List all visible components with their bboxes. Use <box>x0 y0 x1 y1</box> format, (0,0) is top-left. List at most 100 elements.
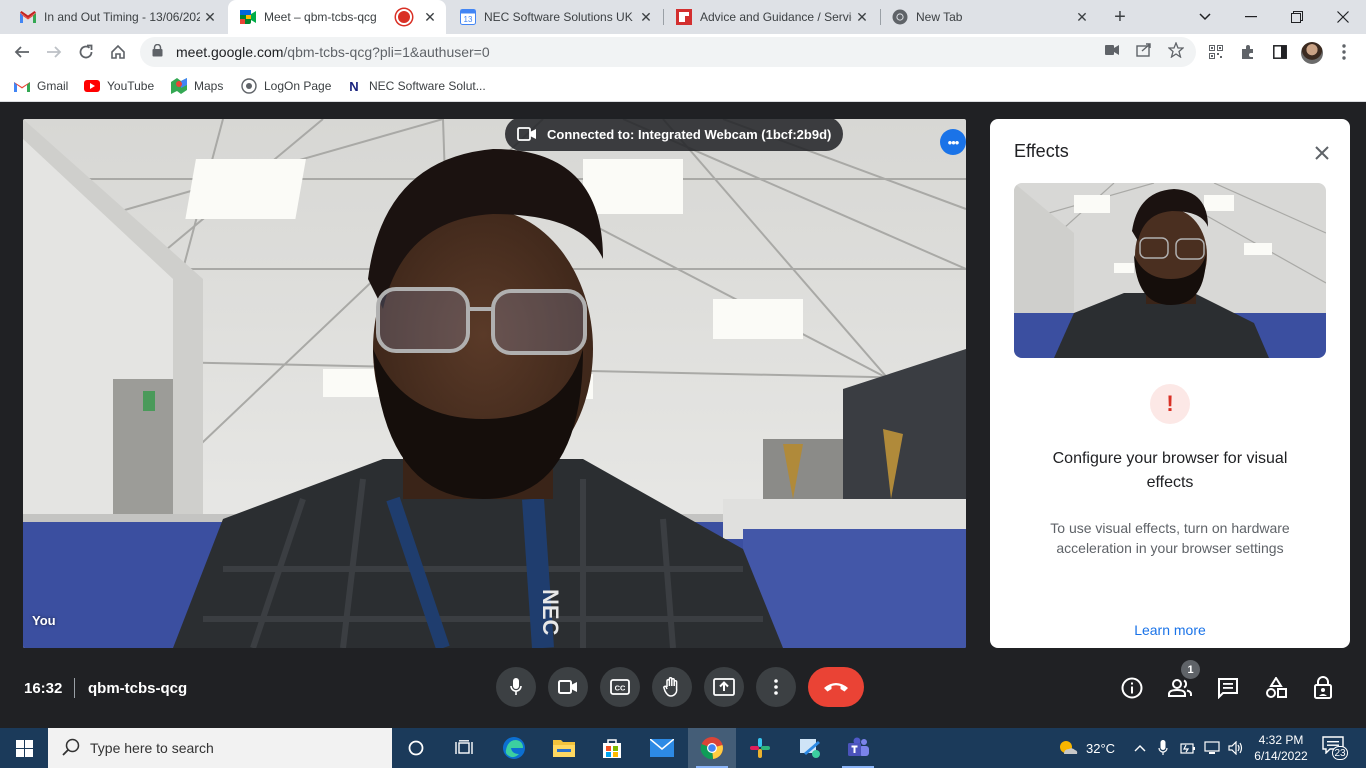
camera-icon <box>517 127 537 141</box>
camera-feed-image: NEC <box>23 119 966 648</box>
taskbar-store[interactable] <box>588 728 636 768</box>
url-text: meet.google.com/qbm-tcbs-qcg?pli=1&authu… <box>176 44 490 60</box>
host-controls-button[interactable] <box>1311 675 1337 701</box>
qr-code-icon[interactable] <box>1206 42 1226 62</box>
tab-gmail[interactable]: In and Out Timing - 13/06/2022 ✕ <box>8 0 226 34</box>
weather-widget[interactable]: 32°C <box>1058 728 1115 768</box>
activities-icon <box>1266 677 1287 698</box>
bookmark-label: Gmail <box>37 79 69 93</box>
self-video-tile[interactable]: NEC <box>23 119 966 648</box>
close-icon[interactable]: ✕ <box>852 7 872 27</box>
bookmark-nec[interactable]: N NEC Software Solut... <box>346 77 486 95</box>
divider <box>74 678 75 698</box>
captions-button[interactable]: CC <box>600 667 640 707</box>
minimize-button[interactable] <box>1228 0 1274 34</box>
close-icon[interactable]: ✕ <box>420 7 440 27</box>
learn-more-link[interactable]: Learn more <box>1030 622 1310 638</box>
tile-more-options-button[interactable]: ••• <box>940 129 966 155</box>
back-arrow-icon <box>14 46 29 58</box>
tab-nec[interactable]: 13 NEC Software Solutions UK Ltd ✕ <box>448 0 662 34</box>
taskbar-edge[interactable] <box>490 728 538 768</box>
action-center-button[interactable]: 23 <box>1322 736 1348 760</box>
close-icon[interactable]: ✕ <box>636 7 656 27</box>
volume-tray[interactable] <box>1228 728 1244 768</box>
activities-button[interactable] <box>1263 675 1289 701</box>
restore-button[interactable] <box>1274 0 1320 34</box>
camera-in-use-icon[interactable] <box>1103 41 1121 59</box>
close-effects-button[interactable] <box>1310 141 1334 165</box>
home-button[interactable] <box>104 38 132 66</box>
start-button[interactable] <box>0 728 48 768</box>
url-path: /qbm-tcbs-qcg?pli=1&authuser=0 <box>283 44 490 60</box>
close-window-button[interactable] <box>1320 0 1366 34</box>
taskbar-slack[interactable] <box>736 728 784 768</box>
power-tray[interactable] <box>1180 728 1196 768</box>
taskbar-chrome[interactable] <box>688 728 736 768</box>
taskbar-file-explorer[interactable] <box>540 728 588 768</box>
forward-arrow-icon <box>47 46 62 58</box>
tab-advice[interactable]: Advice and Guidance / Service ✕ <box>664 0 878 34</box>
show-hidden-icons-button[interactable] <box>1134 728 1146 768</box>
leave-call-button[interactable] <box>808 667 864 707</box>
side-panel-icon[interactable] <box>1270 42 1290 62</box>
camera-button[interactable] <box>548 667 588 707</box>
close-icon <box>1315 146 1329 160</box>
tab-meet[interactable]: Meet – qbm-tcbs-qcg ✕ <box>228 0 446 34</box>
bookmark-gmail[interactable]: Gmail <box>14 77 68 95</box>
share-icon[interactable] <box>1135 41 1153 59</box>
taskbar-teams[interactable] <box>834 728 882 768</box>
notification-count: 23 <box>1332 746 1348 760</box>
bookmark-label: NEC Software Solut... <box>369 79 486 93</box>
svg-text:13: 13 <box>464 15 473 24</box>
tab-new[interactable]: New Tab ✕ <box>880 0 1098 34</box>
more-options-button[interactable] <box>756 667 796 707</box>
cortana-button[interactable] <box>392 728 440 768</box>
menu-icon[interactable] <box>1334 42 1354 62</box>
windows-logo-icon <box>15 739 33 757</box>
bookmark-maps[interactable]: Maps <box>171 77 223 95</box>
address-bar[interactable]: meet.google.com/qbm-tcbs-qcg?pli=1&authu… <box>140 37 1196 67</box>
meeting-details-button[interactable] <box>1119 675 1145 701</box>
taskbar-clock[interactable]: 4:32 PM 6/14/2022 <box>1248 732 1314 764</box>
extensions-icon[interactable] <box>1238 42 1258 62</box>
youtube-icon <box>84 78 100 94</box>
close-icon[interactable]: ✕ <box>200 7 220 27</box>
effects-preview-video <box>1014 183 1326 358</box>
chat-button[interactable] <box>1215 675 1241 701</box>
microphone-icon <box>1158 740 1168 755</box>
bookmark-youtube[interactable]: YouTube <box>84 77 154 95</box>
taskbar-mail[interactable] <box>638 728 686 768</box>
close-icon[interactable]: ✕ <box>1072 7 1092 27</box>
bookmark-star-icon[interactable] <box>1167 41 1185 59</box>
tab-title: Meet – qbm-tcbs-qcg <box>264 10 377 24</box>
new-tab-button[interactable]: + <box>1108 5 1132 29</box>
lock-icon[interactable] <box>152 43 166 60</box>
browser-toolbar: meet.google.com/qbm-tcbs-qcg?pli=1&authu… <box>0 34 1366 70</box>
taskbar-search-box[interactable]: Type here to search <box>48 728 392 768</box>
search-placeholder: Type here to search <box>90 740 214 756</box>
reload-button[interactable] <box>72 38 100 66</box>
windows-taskbar: Type here to search 32°C 4:32 PM 6/14/20… <box>0 728 1366 768</box>
task-view-button[interactable] <box>440 728 488 768</box>
present-screen-button[interactable] <box>704 667 744 707</box>
bookmark-label: YouTube <box>107 79 155 93</box>
recording-icon <box>398 11 410 23</box>
tab-search-button[interactable] <box>1182 0 1228 34</box>
taskbar-app-installer[interactable] <box>786 728 834 768</box>
clock-date: 6/14/2022 <box>1254 749 1308 763</box>
forward-button[interactable] <box>40 38 68 66</box>
bookmark-logon[interactable]: LogOn Page <box>241 77 331 95</box>
battery-plug-icon <box>1180 743 1195 754</box>
microphone-button[interactable] <box>496 667 536 707</box>
profile-avatar[interactable] <box>1301 42 1323 64</box>
teams-icon <box>848 737 869 756</box>
network-tray[interactable] <box>1204 728 1220 768</box>
hand-icon <box>663 677 678 697</box>
maps-icon <box>171 78 187 94</box>
back-button[interactable] <box>8 38 36 66</box>
microphone-icon <box>510 678 522 695</box>
raise-hand-button[interactable] <box>652 667 692 707</box>
microphone-tray[interactable] <box>1158 728 1168 768</box>
more-vertical-icon <box>774 679 778 695</box>
bookmark-label: LogOn Page <box>264 79 332 93</box>
